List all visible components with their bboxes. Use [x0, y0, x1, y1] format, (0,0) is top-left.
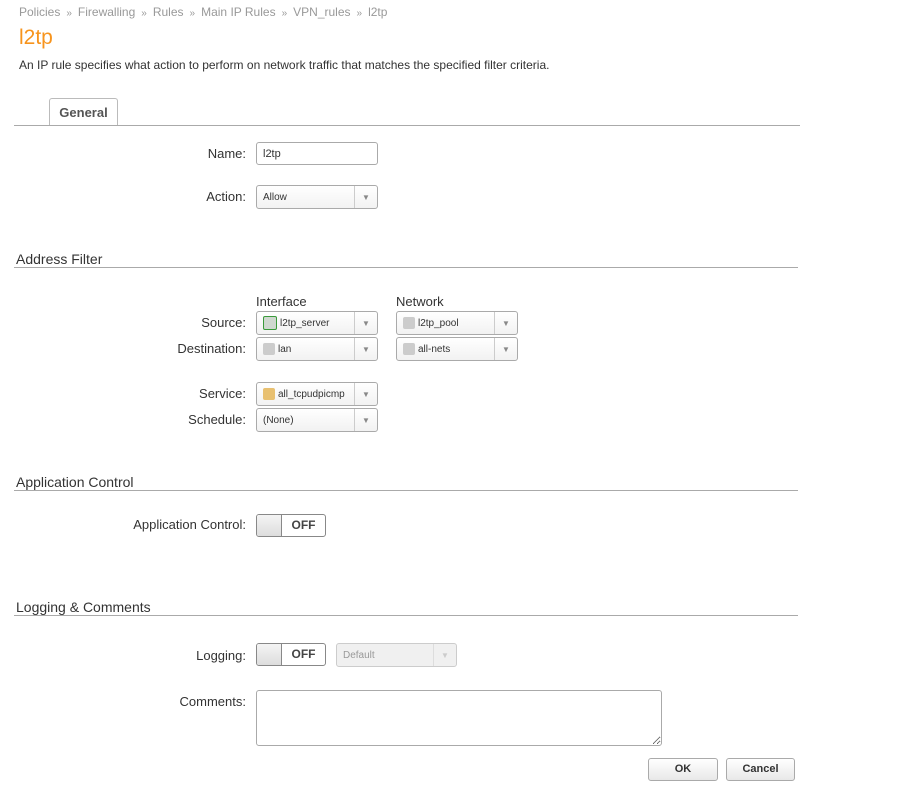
breadcrumb-rules[interactable]: Rules: [153, 5, 184, 19]
action-label: Action:: [206, 189, 246, 204]
cancel-button[interactable]: Cancel: [726, 758, 795, 781]
action-value: Allow: [263, 191, 287, 203]
source-label: Source:: [201, 315, 246, 330]
breadcrumb-main-ip-rules[interactable]: Main IP Rules: [201, 5, 275, 19]
service-icon: [263, 388, 275, 400]
interface-icon: [263, 343, 275, 355]
destination-interface-select[interactable]: lan ▼: [256, 337, 378, 361]
breadcrumb-separator: »: [281, 8, 288, 19]
service-value: all_tcpudpicmp: [278, 388, 345, 400]
schedule-select[interactable]: (None) ▼: [256, 408, 378, 432]
logging-severity-select: Default ▼: [336, 643, 457, 667]
logging-toggle[interactable]: OFF: [256, 643, 326, 666]
name-label: Name:: [207, 146, 246, 161]
chevron-down-icon: ▼: [354, 186, 377, 208]
network-address-icon: [403, 343, 415, 355]
breadcrumb-firewalling[interactable]: Firewalling: [78, 5, 135, 19]
name-input[interactable]: l2tp: [256, 142, 378, 165]
chevron-down-icon: ▼: [494, 338, 517, 360]
source-interface-value: l2tp_server: [280, 317, 330, 329]
breadcrumb: Policies » Firewalling » Rules » Main IP Rules…: [19, 5, 387, 19]
chevron-down-icon: ▼: [354, 312, 377, 334]
service-label: Service:: [199, 386, 246, 401]
schedule-value: (None): [263, 414, 294, 426]
service-select[interactable]: all_tcpudpicmp ▼: [256, 382, 378, 406]
chevron-down-icon: ▼: [433, 644, 456, 666]
chevron-down-icon: ▼: [354, 383, 377, 405]
breadcrumb-separator: »: [66, 8, 72, 19]
destination-network-select[interactable]: all-nets ▼: [396, 337, 518, 361]
breadcrumb-policies[interactable]: Policies: [19, 5, 60, 19]
action-select[interactable]: Allow ▼: [256, 185, 378, 209]
logging-comments-heading: Logging & Comments: [16, 599, 151, 615]
tab-general[interactable]: General: [49, 98, 118, 125]
chevron-down-icon: ▼: [354, 338, 377, 360]
tab-divider: [14, 125, 800, 126]
section-divider: [14, 615, 798, 616]
source-network-value: l2tp_pool: [418, 317, 459, 329]
address-filter-heading: Address Filter: [16, 251, 103, 267]
application-control-label: Application Control:: [133, 517, 246, 532]
breadcrumb-current: l2tp: [368, 5, 388, 19]
network-address-icon: [403, 317, 415, 329]
comments-label: Comments:: [179, 694, 246, 709]
chevron-down-icon: ▼: [354, 409, 377, 431]
comments-textarea[interactable]: [256, 690, 662, 746]
interface-icon: [263, 316, 277, 330]
source-interface-select[interactable]: l2tp_server ▼: [256, 311, 378, 335]
schedule-label: Schedule:: [188, 412, 246, 427]
toggle-state: OFF: [291, 518, 316, 532]
application-control-toggle[interactable]: OFF: [256, 514, 326, 537]
section-divider: [14, 267, 798, 268]
breadcrumb-separator: »: [141, 8, 147, 19]
destination-interface-value: lan: [278, 343, 292, 355]
breadcrumb-vpn-rules[interactable]: VPN_rules: [293, 5, 350, 19]
toggle-knob: [257, 644, 282, 665]
breadcrumb-separator: »: [189, 8, 196, 19]
logging-severity-value: Default: [343, 649, 375, 661]
breadcrumb-separator: »: [356, 8, 363, 19]
chevron-down-icon: ▼: [494, 312, 517, 334]
application-control-heading: Application Control: [16, 474, 134, 490]
source-network-select[interactable]: l2tp_pool ▼: [396, 311, 518, 335]
interface-header: Interface: [256, 294, 307, 309]
section-divider: [14, 490, 798, 491]
destination-network-value: all-nets: [418, 343, 451, 355]
page-description: An IP rule specifies what action to perf…: [19, 58, 550, 72]
ok-button[interactable]: OK: [648, 758, 718, 781]
toggle-knob: [257, 515, 282, 536]
toggle-state: OFF: [291, 647, 316, 661]
destination-label: Destination:: [177, 341, 246, 356]
logging-label: Logging:: [196, 648, 246, 663]
page-title: l2tp: [19, 26, 53, 49]
network-header: Network: [396, 294, 444, 309]
